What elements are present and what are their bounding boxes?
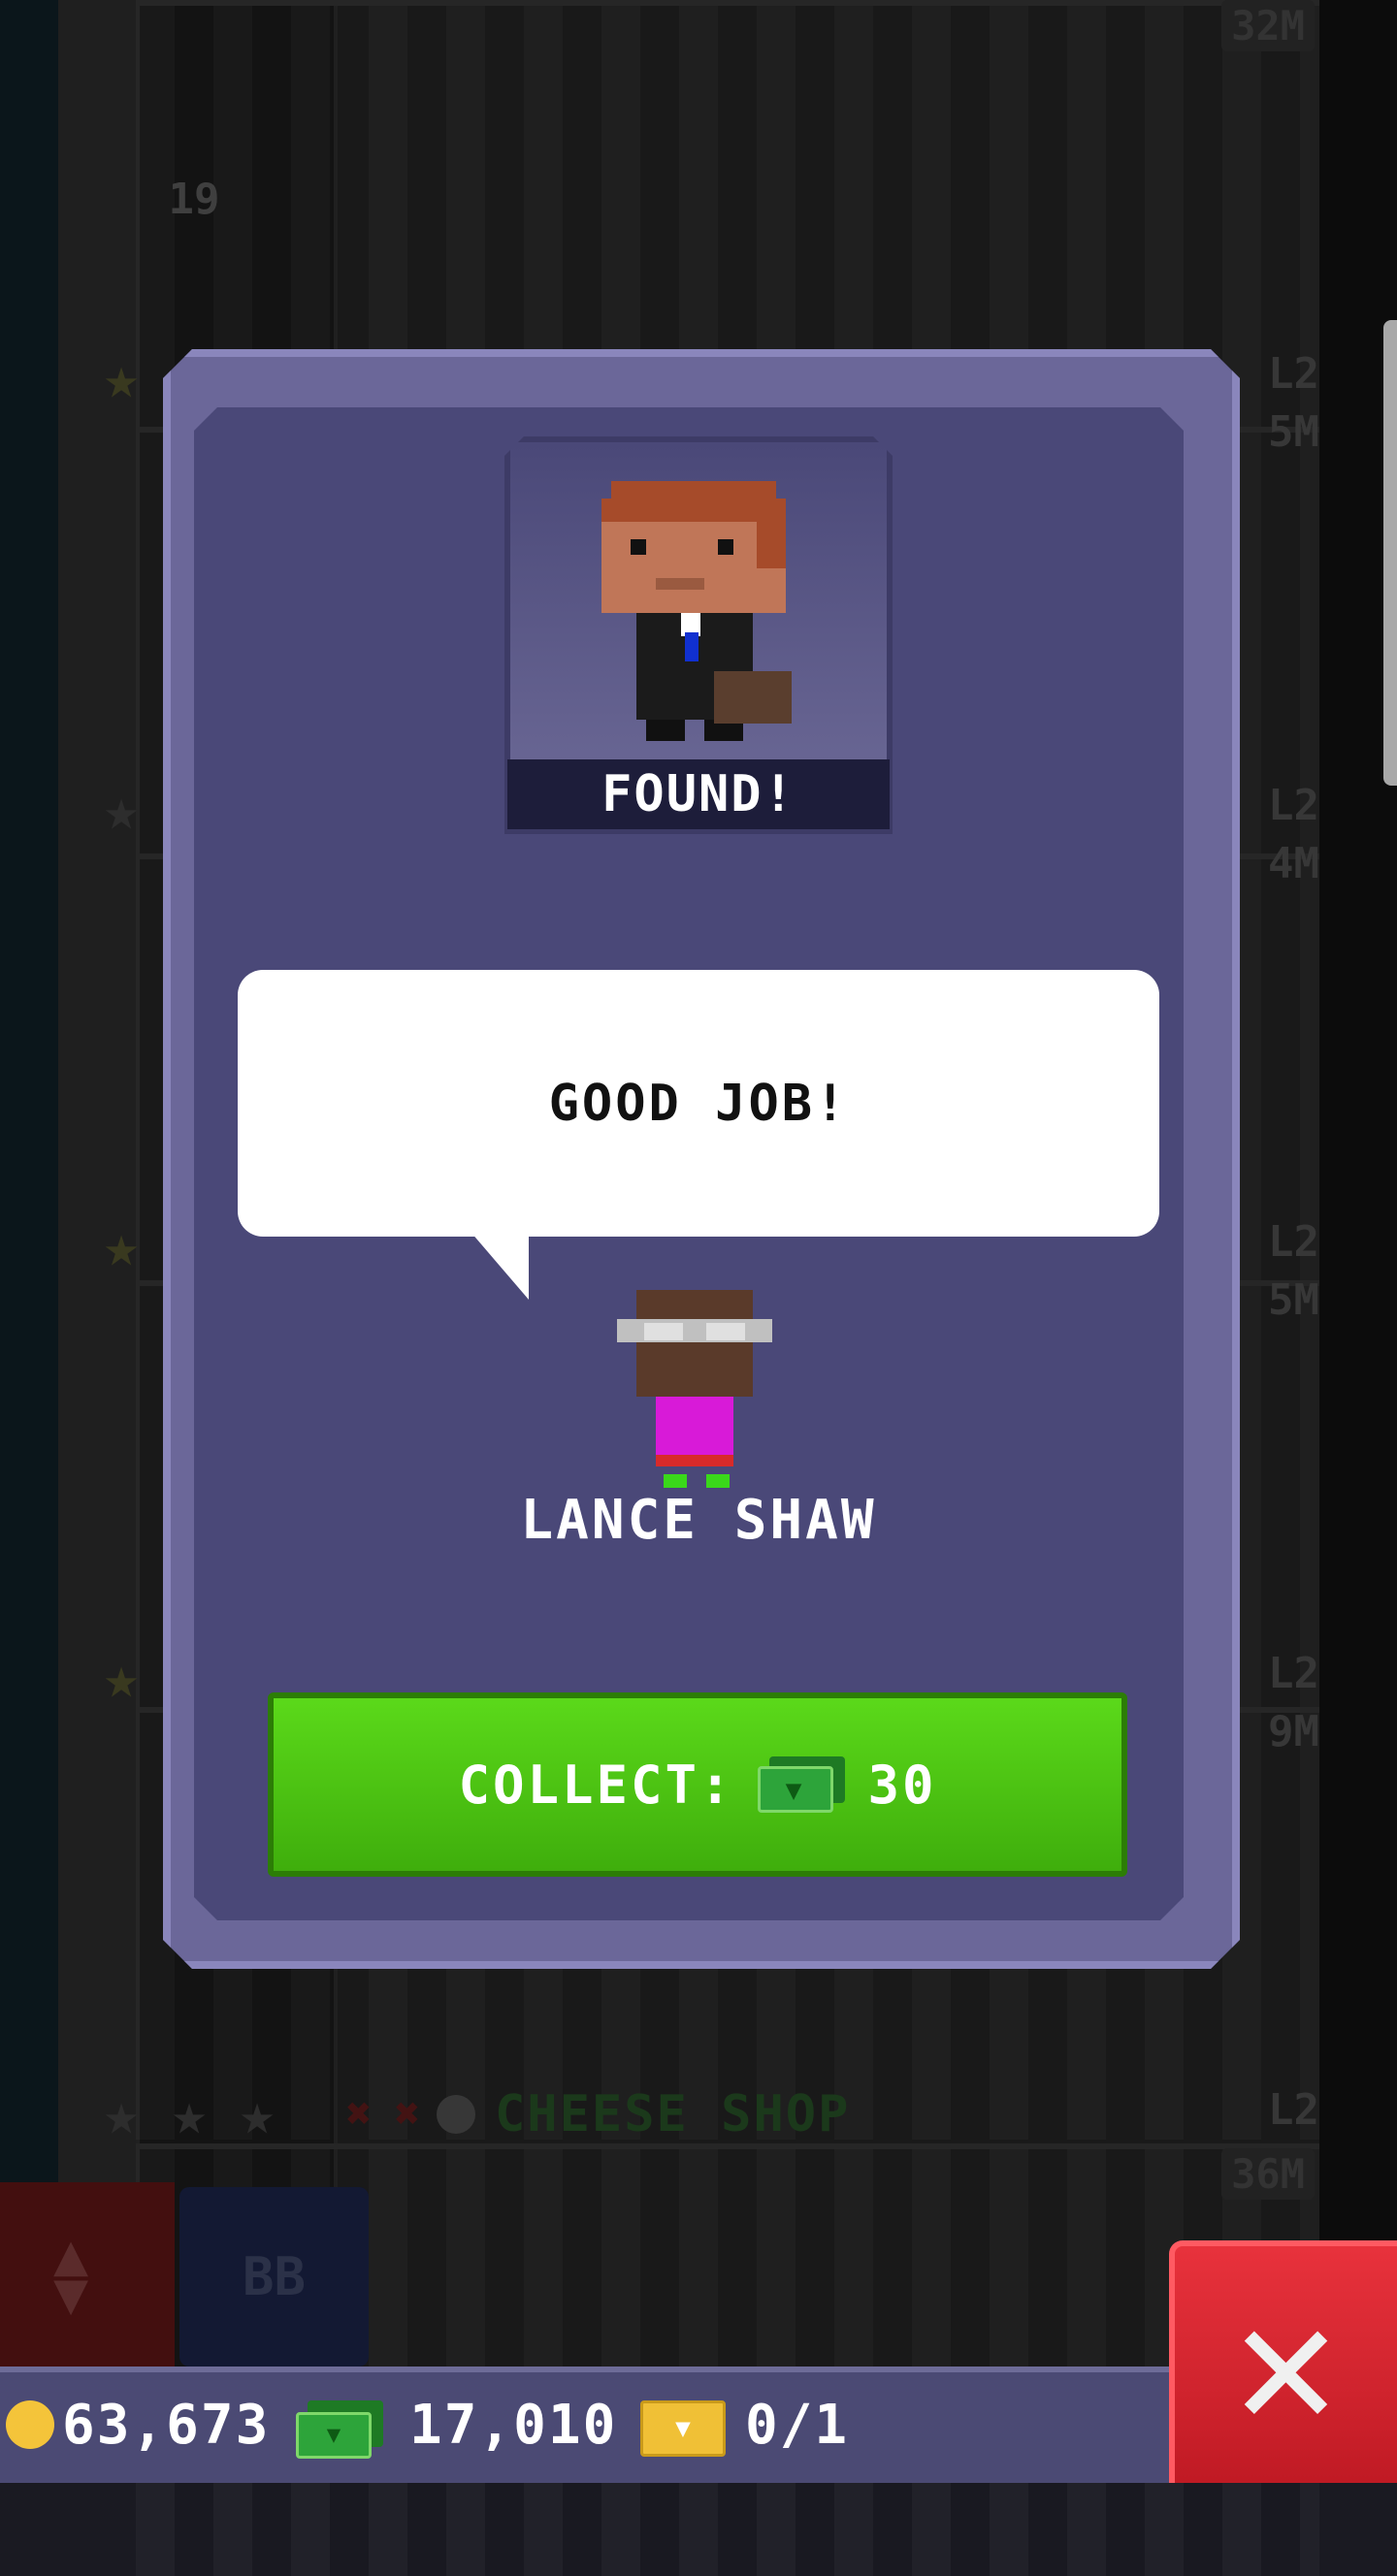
golden-ticket-icon: ▼ bbox=[640, 2400, 726, 2457]
bux-icon: ▼ bbox=[296, 2400, 383, 2459]
collect-amount: 30 bbox=[867, 1754, 937, 1816]
coin-count: 63,673 bbox=[62, 2394, 271, 2457]
businessman-sprite bbox=[510, 442, 887, 772]
collect-label: COLLECT: bbox=[458, 1754, 734, 1816]
speech-text: GOOD JOB! bbox=[548, 1074, 849, 1133]
character-name: LANCE SHAW bbox=[520, 1489, 877, 1552]
bux-icon: ▼ bbox=[757, 1756, 845, 1813]
speech-bubble-tail bbox=[471, 1232, 529, 1300]
found-badge: FOUND! bbox=[507, 759, 890, 829]
bitizen-sprite bbox=[617, 1290, 772, 1488]
bux-count: 17,010 bbox=[409, 2394, 618, 2457]
ticket-count: 0/1 bbox=[745, 2394, 850, 2457]
close-button[interactable]: ✕ bbox=[1169, 2240, 1397, 2483]
coin-icon bbox=[6, 2400, 54, 2449]
close-icon: ✕ bbox=[1233, 2263, 1339, 2465]
collect-button[interactable]: COLLECT: ▼ 30 bbox=[268, 1692, 1127, 1877]
